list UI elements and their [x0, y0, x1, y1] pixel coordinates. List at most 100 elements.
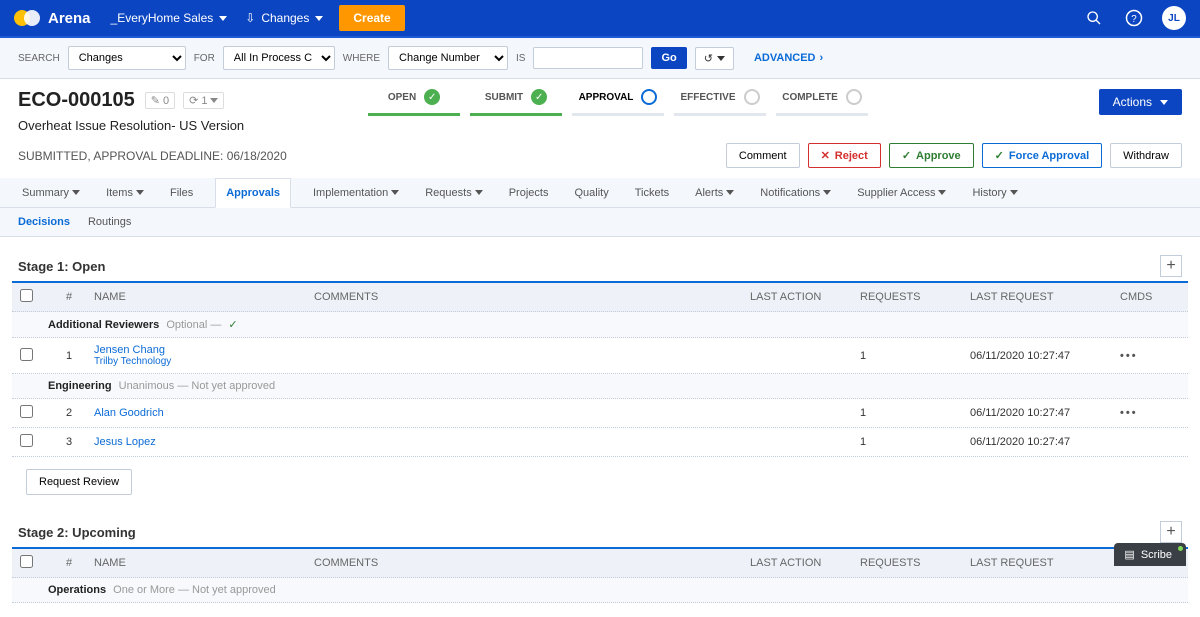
group-operations: Operations One or More — Not yet approve…	[12, 578, 1188, 603]
user-avatar[interactable]: JL	[1162, 6, 1186, 30]
is-label: IS	[516, 53, 525, 64]
tab-projects[interactable]: Projects	[505, 178, 553, 207]
status-dot-icon	[1178, 546, 1183, 551]
notes-badge[interactable]: ✎ 0	[145, 92, 175, 109]
create-button[interactable]: Create	[339, 5, 404, 31]
reviewer-link[interactable]: Jensen Chang	[94, 344, 165, 356]
tab-approvals[interactable]: Approvals	[215, 178, 291, 208]
tab-requests[interactable]: Requests	[421, 178, 486, 207]
changes-menu[interactable]: ⇩ Changes	[245, 11, 323, 25]
search-icon[interactable]	[1082, 6, 1106, 30]
chevron-down-icon	[1010, 190, 1018, 195]
stage1-title: Stage 1: Open	[18, 259, 105, 274]
last-request-value: 06/11/2020 10:27:47	[970, 407, 1120, 419]
chevron-down-icon	[210, 98, 218, 103]
chevron-down-icon	[717, 56, 725, 61]
svg-text:?: ?	[1131, 14, 1137, 25]
row-actions-menu[interactable]: •••	[1120, 350, 1138, 362]
col-requests: REQUESTS	[860, 557, 970, 569]
tab-notifications[interactable]: Notifications	[756, 178, 835, 207]
stage2-title: Stage 2: Upcoming	[18, 525, 136, 540]
actions-button[interactable]: Actions	[1099, 89, 1182, 115]
reject-button[interactable]: ✕Reject	[808, 143, 881, 168]
chevron-down-icon	[219, 16, 227, 21]
record-header: ECO-000105 ✎ 0 ⟳ 1 Overheat Issue Resolu…	[0, 79, 1200, 133]
help-icon[interactable]: ?	[1122, 6, 1146, 30]
check-icon	[531, 89, 547, 105]
changes-icon: ⇩	[245, 11, 255, 25]
col-last-action: LAST ACTION	[750, 557, 860, 569]
add-reviewer-button[interactable]: +	[1160, 255, 1182, 277]
chevron-down-icon	[823, 190, 831, 195]
subtab-routings[interactable]: Routings	[88, 216, 131, 228]
row-checkbox[interactable]	[20, 405, 33, 418]
col-cmds: CMDS	[1120, 291, 1180, 303]
tab-history[interactable]: History	[968, 178, 1021, 207]
col-last-request: LAST REQUEST	[970, 291, 1120, 303]
record-title: Overheat Issue Resolution- US Version	[18, 118, 358, 133]
advanced-search-link[interactable]: ADVANCED ›	[754, 52, 823, 64]
scribe-widget[interactable]: ▤ Scribe	[1114, 543, 1186, 566]
stage-open: OPEN	[368, 89, 460, 116]
select-all-checkbox[interactable]	[20, 555, 33, 568]
grid-header: # NAME COMMENTS LAST ACTION REQUESTS LAS…	[12, 549, 1188, 578]
status-row: SUBMITTED, APPROVAL DEADLINE: 06/18/2020…	[0, 133, 1200, 178]
reviewer-link[interactable]: Jesus Lopez	[94, 436, 156, 448]
pending-stage-icon	[846, 89, 862, 105]
chevron-down-icon	[136, 190, 144, 195]
tab-implementation[interactable]: Implementation	[309, 178, 403, 207]
add-reviewer-button[interactable]: +	[1160, 521, 1182, 543]
row-actions-menu[interactable]: •••	[1120, 407, 1138, 419]
rev-badge[interactable]: ⟳ 1	[183, 92, 224, 109]
search-for-select[interactable]: All In Process Changes	[223, 46, 335, 70]
force-approval-button[interactable]: ✓Force Approval	[982, 143, 1103, 168]
grid-header: # NAME COMMENTS LAST ACTION REQUESTS LAS…	[12, 283, 1188, 312]
search-input[interactable]	[533, 47, 643, 69]
stage-effective: EFFECTIVE	[674, 89, 766, 116]
tab-supplier-access[interactable]: Supplier Access	[853, 178, 950, 207]
request-review-button[interactable]: Request Review	[26, 469, 132, 495]
row-num: 2	[44, 407, 94, 419]
tab-alerts[interactable]: Alerts	[691, 178, 738, 207]
current-stage-icon	[641, 89, 657, 105]
comment-button[interactable]: Comment	[726, 143, 800, 168]
chevron-down-icon	[72, 190, 80, 195]
for-label: FOR	[194, 53, 215, 64]
row-checkbox[interactable]	[20, 348, 33, 361]
x-icon: ✕	[821, 149, 830, 162]
workspace-label: _EveryHome Sales	[111, 11, 214, 25]
requests-value: 1	[860, 436, 970, 448]
tab-items[interactable]: Items	[102, 178, 148, 207]
check-icon: ✓	[228, 319, 237, 331]
chevron-down-icon	[726, 190, 734, 195]
changes-label: Changes	[261, 11, 309, 25]
tab-summary[interactable]: Summary	[18, 178, 84, 207]
refresh-icon: ⟳	[189, 94, 198, 107]
select-all-checkbox[interactable]	[20, 289, 33, 302]
col-comments: COMMENTS	[314, 291, 750, 303]
workspace-dropdown[interactable]: _EveryHome Sales	[111, 11, 228, 25]
reviewer-link[interactable]: Alan Goodrich	[94, 407, 164, 419]
approve-button[interactable]: ✓Approve	[889, 143, 974, 168]
logo-icon	[14, 10, 40, 26]
requests-value: 1	[860, 350, 970, 362]
go-button[interactable]: Go	[651, 47, 686, 69]
global-header: Arena _EveryHome Sales ⇩ Changes Create …	[0, 0, 1200, 36]
tab-files[interactable]: Files	[166, 178, 197, 207]
scribe-icon: ▤	[1124, 548, 1134, 561]
tab-quality[interactable]: Quality	[570, 178, 612, 207]
tab-tickets[interactable]: Tickets	[631, 178, 673, 207]
search-where-select[interactable]: Change Number	[388, 46, 508, 70]
withdraw-button[interactable]: Withdraw	[1110, 143, 1182, 168]
row-num: 1	[44, 350, 94, 362]
search-type-select[interactable]: Changes	[68, 46, 186, 70]
row-num: 3	[44, 436, 94, 448]
col-num: #	[44, 557, 94, 569]
last-request-value: 06/11/2020 10:27:47	[970, 350, 1120, 362]
subtab-decisions[interactable]: Decisions	[18, 216, 70, 228]
table-row: 3 Jesus Lopez 1 06/11/2020 10:27:47	[12, 428, 1188, 457]
search-history-button[interactable]: ↺	[695, 47, 734, 70]
row-checkbox[interactable]	[20, 434, 33, 447]
col-name: NAME	[94, 291, 314, 303]
stage-submit: SUBMIT	[470, 89, 562, 116]
